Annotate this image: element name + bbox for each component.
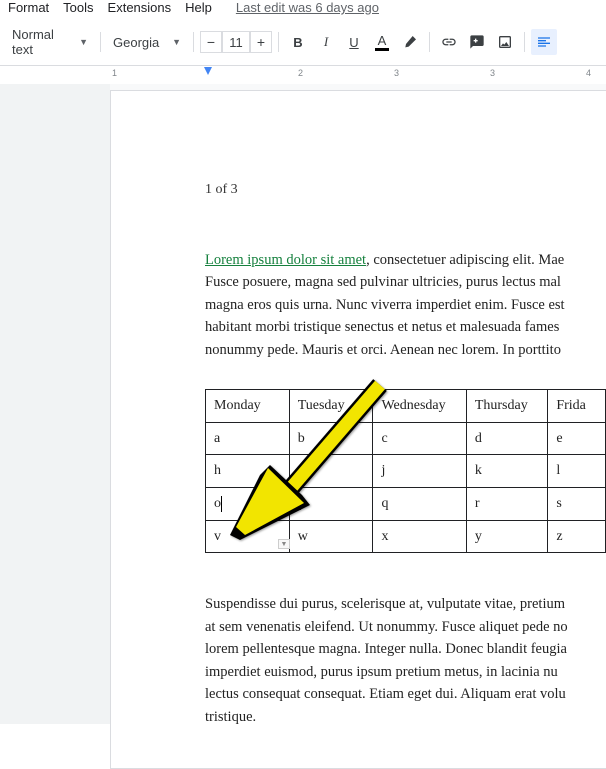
table-row: a b c d e bbox=[206, 422, 606, 455]
para-text: nonummy pede. Mauris et orci. Aenean nec… bbox=[205, 342, 561, 358]
table-cell[interactable]: z bbox=[548, 520, 606, 553]
table-row: h i j k l bbox=[206, 455, 606, 488]
table-header-cell[interactable]: Thursday bbox=[466, 390, 548, 423]
horizontal-ruler[interactable]: 1 2 3 3 4 bbox=[104, 66, 606, 80]
image-icon bbox=[497, 34, 513, 50]
table-header-cell[interactable]: Frida bbox=[548, 390, 606, 423]
table-cell[interactable]: b bbox=[289, 422, 373, 455]
font-dropdown[interactable]: Georgia ▼ bbox=[107, 31, 187, 54]
lorem-link[interactable]: Lorem ipsum dolor sit amet bbox=[205, 252, 366, 268]
table-cell[interactable]: q bbox=[373, 488, 466, 521]
decrease-font-size-button[interactable]: − bbox=[200, 31, 222, 53]
menu-bar: Format Tools Extensions Help Last edit w… bbox=[0, 0, 606, 19]
paragraph-style-label: Normal text bbox=[12, 27, 73, 57]
font-size-group: − + bbox=[200, 31, 272, 53]
table-cell[interactable]: e bbox=[548, 422, 606, 455]
table-cell[interactable]: d bbox=[466, 422, 548, 455]
paragraph-style-dropdown[interactable]: Normal text ▼ bbox=[6, 23, 94, 61]
para-text: lectus consequat consequat. Etiam eget d… bbox=[205, 686, 566, 702]
table-cell[interactable]: v bbox=[206, 520, 290, 553]
table-cell[interactable]: r bbox=[466, 488, 548, 521]
table-header-cell[interactable]: Monday bbox=[206, 390, 290, 423]
paragraph-2[interactable]: Suspendisse dui purus, scelerisque at, v… bbox=[205, 593, 606, 728]
table-cell[interactable]: k bbox=[466, 455, 548, 488]
para-text: habitant morbi tristique senectus et net… bbox=[205, 319, 559, 335]
ruler-tick: 1 bbox=[112, 68, 117, 78]
table-cell[interactable]: x bbox=[373, 520, 466, 553]
font-size-input[interactable] bbox=[222, 31, 250, 53]
cell-text: o bbox=[214, 496, 221, 511]
table-cell[interactable]: p bbox=[289, 488, 373, 521]
highlight-color-button[interactable] bbox=[397, 29, 423, 55]
table-cell[interactable]: w bbox=[289, 520, 373, 553]
table-cell[interactable]: y bbox=[466, 520, 548, 553]
font-label: Georgia bbox=[113, 35, 159, 50]
separator bbox=[100, 32, 101, 52]
para-text: magna eros quis urna. Nunc viverra imper… bbox=[205, 297, 565, 313]
increase-font-size-button[interactable]: + bbox=[250, 31, 272, 53]
table-header-cell[interactable]: Wednesday bbox=[373, 390, 466, 423]
align-left-button[interactable] bbox=[531, 29, 557, 55]
link-icon bbox=[441, 34, 457, 50]
table-cell[interactable]: s bbox=[548, 488, 606, 521]
ruler-tick: 3 bbox=[394, 68, 399, 78]
chevron-down-icon: ▼ bbox=[172, 37, 181, 47]
toolbar: Normal text ▼ Georgia ▼ − + B I U A bbox=[0, 19, 606, 66]
table-cell[interactable]: a bbox=[206, 422, 290, 455]
italic-button[interactable]: I bbox=[313, 29, 339, 55]
indent-marker-icon[interactable] bbox=[204, 67, 212, 75]
paragraph-1[interactable]: Lorem ipsum dolor sit amet, consectetuer… bbox=[205, 249, 606, 361]
para-text: imperdiet euismod, purus ipsum pretium m… bbox=[205, 664, 558, 680]
separator bbox=[193, 32, 194, 52]
para-text: lorem pellentesque magna. Integer nulla.… bbox=[205, 641, 567, 657]
ruler-tick: 2 bbox=[298, 68, 303, 78]
text-color-bar bbox=[375, 48, 389, 51]
table-cell-active[interactable]: o bbox=[206, 488, 290, 521]
document-page[interactable]: 1 of 3 Lorem ipsum dolor sit amet, conse… bbox=[110, 90, 606, 769]
table-row: v w x y z bbox=[206, 520, 606, 553]
separator bbox=[524, 32, 525, 52]
menu-help[interactable]: Help bbox=[185, 0, 212, 15]
separator bbox=[278, 32, 279, 52]
last-edit-info[interactable]: Last edit was 6 days ago bbox=[236, 0, 379, 15]
table-options-handle[interactable]: ▼ bbox=[278, 539, 290, 549]
bold-button[interactable]: B bbox=[285, 29, 311, 55]
table-header-row: Monday Tuesday Wednesday Thursday Frida bbox=[206, 390, 606, 423]
ruler-tick: 4 bbox=[586, 68, 591, 78]
text-color-button[interactable]: A bbox=[369, 29, 395, 55]
insert-link-button[interactable] bbox=[436, 29, 462, 55]
menu-tools[interactable]: Tools bbox=[63, 0, 93, 15]
insert-image-button[interactable] bbox=[492, 29, 518, 55]
page-number: 1 of 3 bbox=[205, 179, 606, 201]
para-text: at sem venenatis eleifend. Ut nonummy. F… bbox=[205, 619, 568, 635]
text-color-label: A bbox=[378, 33, 387, 48]
menu-format[interactable]: Format bbox=[8, 0, 49, 15]
para-text: Fusce posuere, magna sed pulvinar ultric… bbox=[205, 274, 561, 290]
para-text: tristique. bbox=[205, 709, 256, 725]
left-gutter bbox=[0, 84, 110, 724]
underline-button[interactable]: U bbox=[341, 29, 367, 55]
chevron-down-icon: ▼ bbox=[79, 37, 88, 47]
ruler-area: 1 2 3 3 4 bbox=[0, 66, 606, 84]
separator bbox=[429, 32, 430, 52]
table-cell[interactable]: l bbox=[548, 455, 606, 488]
table-cell[interactable]: h bbox=[206, 455, 290, 488]
highlighter-icon bbox=[402, 34, 418, 50]
para-text: , consectetuer adipiscing elit. Mae bbox=[366, 252, 564, 268]
table-header-cell[interactable]: Tuesday bbox=[289, 390, 373, 423]
table-cell[interactable]: j bbox=[373, 455, 466, 488]
comment-icon bbox=[469, 34, 485, 50]
para-text: Suspendisse dui purus, scelerisque at, v… bbox=[205, 596, 565, 612]
text-cursor bbox=[221, 496, 222, 512]
add-comment-button[interactable] bbox=[464, 29, 490, 55]
table-row: o p q r s bbox=[206, 488, 606, 521]
menu-extensions[interactable]: Extensions bbox=[108, 0, 172, 15]
document-table[interactable]: Monday Tuesday Wednesday Thursday Frida … bbox=[205, 389, 606, 553]
ruler-tick: 3 bbox=[490, 68, 495, 78]
document-canvas: 1 of 3 Lorem ipsum dolor sit amet, conse… bbox=[0, 84, 606, 724]
table-cell[interactable]: i bbox=[289, 455, 373, 488]
align-left-icon bbox=[536, 34, 552, 50]
table-cell[interactable]: c bbox=[373, 422, 466, 455]
